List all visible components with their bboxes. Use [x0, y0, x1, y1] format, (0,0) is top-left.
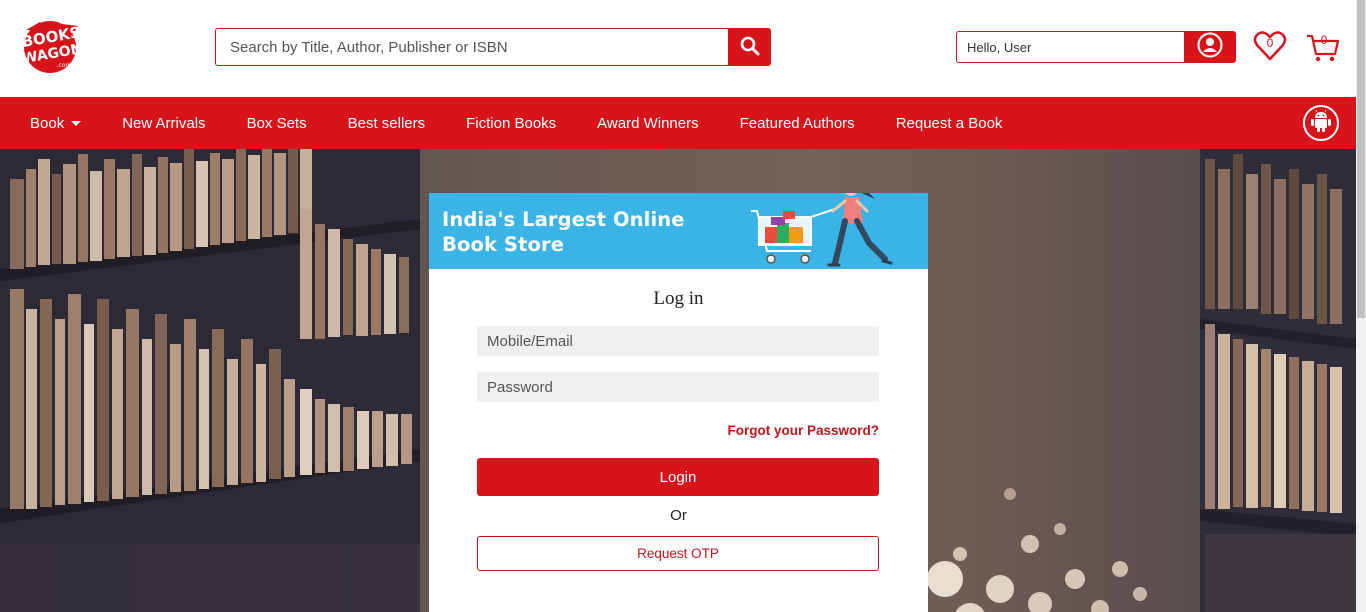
cart-button[interactable]: 0: [1305, 30, 1341, 64]
search-icon: [740, 36, 760, 59]
main-nav: Book New Arrivals Box Sets Best sellers …: [0, 97, 1356, 149]
wishlist-count: 0: [1266, 36, 1274, 50]
nav-item-label: Book: [30, 114, 65, 132]
shopping-girl-illustration: [749, 193, 919, 269]
nav-item-book[interactable]: Book: [30, 114, 82, 132]
mobile-email-field[interactable]: [477, 326, 879, 356]
banner-line-1: India's Largest Online: [442, 208, 685, 231]
or-divider-text: Or: [670, 507, 687, 524]
account-button[interactable]: [1184, 31, 1236, 63]
page-scrollbar[interactable]: [1356, 0, 1366, 612]
bookswagon-logo[interactable]: BOOKS WAGON .com: [16, 16, 90, 76]
nav-item-best-sellers[interactable]: Best sellers: [348, 115, 426, 132]
nav-item-award-winners[interactable]: Award Winners: [597, 115, 698, 132]
wishlist-button[interactable]: 0: [1252, 28, 1288, 64]
scrollbar-thumb[interactable]: [1357, 0, 1365, 318]
cart-icon: [1305, 34, 1341, 68]
android-icon: [1310, 109, 1332, 138]
nav-item-fiction-books[interactable]: Fiction Books: [466, 115, 556, 132]
heart-icon: [1252, 31, 1288, 68]
login-button[interactable]: Login: [477, 458, 879, 496]
nav-item-request-a-book[interactable]: Request a Book: [896, 115, 1003, 132]
cart-count: 0: [1320, 33, 1328, 47]
nav-item-box-sets[interactable]: Box Sets: [247, 115, 307, 132]
promo-banner: India's Largest Online Book Store: [429, 193, 928, 269]
password-field[interactable]: [477, 372, 879, 402]
login-card: India's Largest Online Book Store Log in…: [429, 193, 928, 612]
user-icon: [1197, 32, 1223, 63]
svg-text:.com: .com: [57, 62, 72, 69]
account-menu[interactable]: Hello, User: [956, 31, 1236, 63]
account-greeting[interactable]: Hello, User: [956, 31, 1184, 63]
android-app-button[interactable]: [1303, 105, 1339, 141]
nav-item-featured-authors[interactable]: Featured Authors: [740, 115, 855, 132]
banner-line-2: Book Store: [442, 233, 565, 256]
search-bar: [215, 28, 771, 66]
banner-headline: India's Largest Online Book Store: [442, 207, 685, 257]
site-header: BOOKS WAGON .com Hello, User 0 0: [0, 0, 1356, 97]
search-button[interactable]: [728, 28, 771, 66]
nav-item-new-arrivals[interactable]: New Arrivals: [122, 115, 205, 132]
request-otp-button[interactable]: Request OTP: [477, 536, 879, 571]
forgot-password-link[interactable]: Forgot your Password?: [477, 423, 879, 438]
search-input[interactable]: [215, 28, 728, 66]
login-title: Log in: [653, 288, 704, 309]
caret-down-icon: [71, 120, 82, 126]
